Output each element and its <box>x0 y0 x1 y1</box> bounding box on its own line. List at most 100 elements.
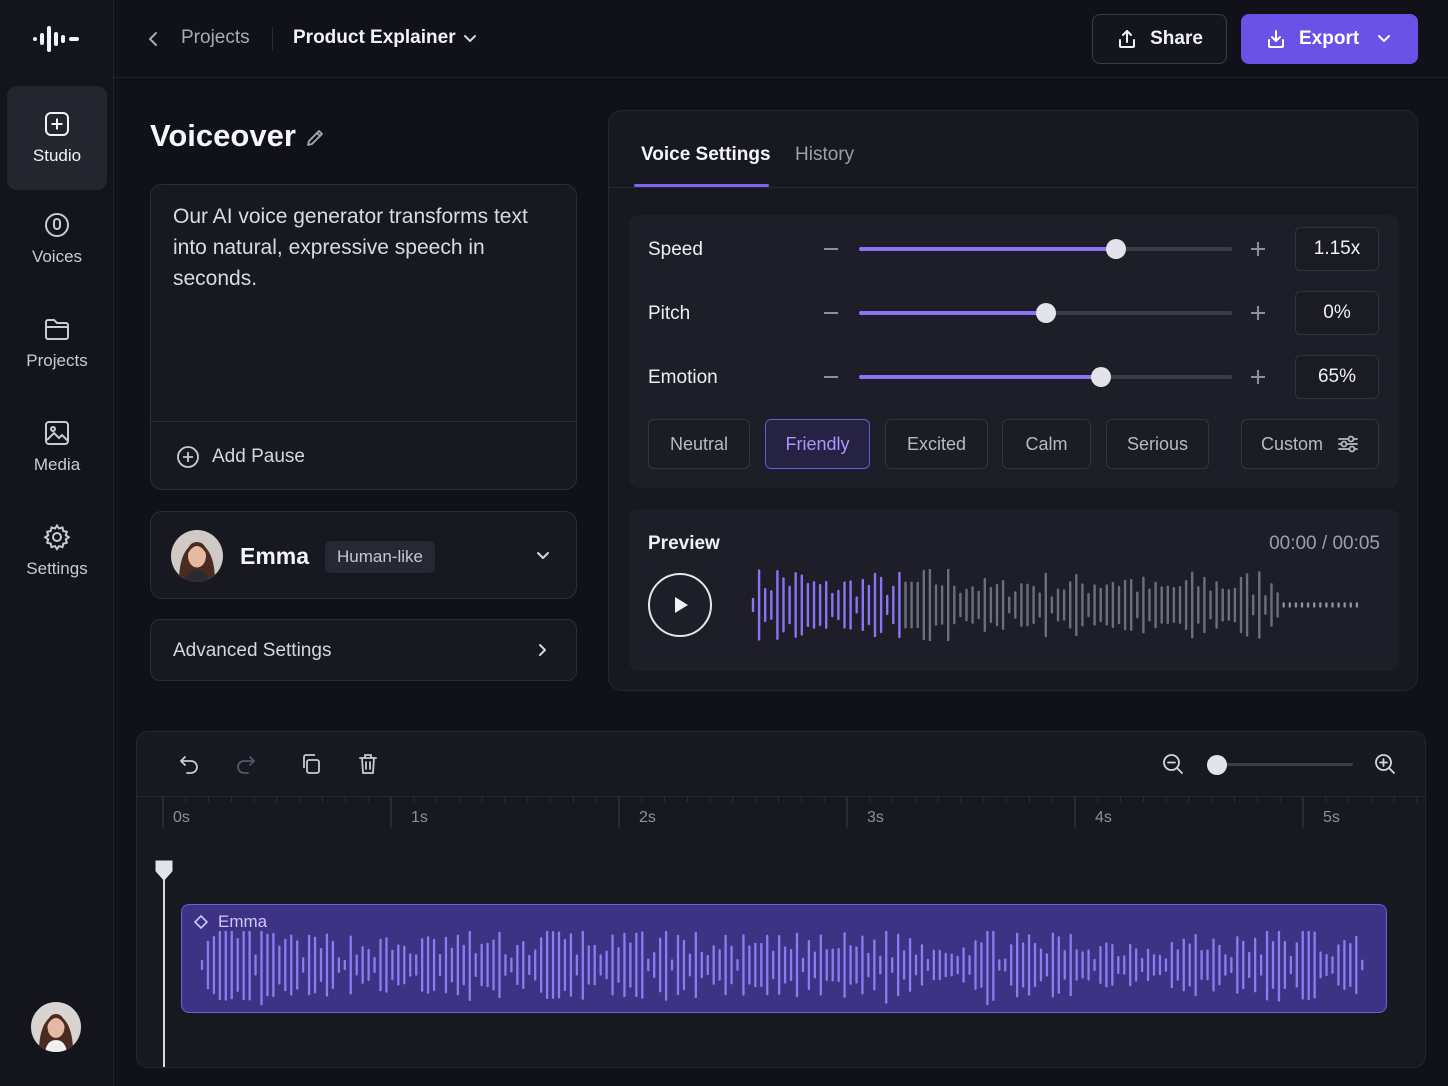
preset-neutral[interactable]: Neutral <box>648 419 750 469</box>
preview-waveform[interactable] <box>749 569 1379 641</box>
ruler-label-0s: 0s <box>173 809 190 826</box>
add-pause-label: Add Pause <box>212 445 305 467</box>
speed-slider[interactable] <box>859 239 1232 259</box>
share-button[interactable]: Share <box>1092 14 1227 64</box>
voice-settings-panel: Voice Settings History Speed 1.15x Pitch… <box>608 110 1418 691</box>
speed-label: Speed <box>648 239 703 260</box>
sidebar-item-label: Media <box>33 455 81 474</box>
emotion-increase-button[interactable] <box>1251 370 1265 384</box>
zoom-in-icon[interactable] <box>1373 752 1397 776</box>
voice-selector[interactable]: Emma Human-like <box>150 511 577 599</box>
play-button[interactable] <box>648 573 712 637</box>
plus-circle-icon <box>176 445 200 469</box>
preset-friendly[interactable]: Friendly <box>765 419 870 469</box>
sidebar: Studio Voices Projects Media Settings <box>0 0 114 1086</box>
ruler-label-5s: 5s <box>1323 809 1340 826</box>
advanced-settings-button[interactable]: Advanced Settings <box>150 619 577 681</box>
emotion-label: Emotion <box>648 367 718 388</box>
folder-icon <box>43 315 71 343</box>
preset-custom-button[interactable]: Custom <box>1241 419 1379 469</box>
gear-icon <box>43 523 71 551</box>
preset-calm[interactable]: Calm <box>1002 419 1091 469</box>
sidebar-item-label: Projects <box>26 351 88 370</box>
time-ruler[interactable]: 0s 1s 2s 3s 4s 5s <box>137 796 1425 836</box>
back-chevron-icon[interactable] <box>144 27 164 51</box>
tab-voice-settings[interactable]: Voice Settings <box>641 144 771 166</box>
ruler-label-2s: 2s <box>639 809 656 826</box>
export-button[interactable]: Export <box>1241 14 1418 64</box>
sidebar-item-label: Voices <box>31 247 83 266</box>
chevron-down-icon[interactable] <box>460 29 480 49</box>
voice-name: Emma <box>240 543 310 569</box>
export-label: Export <box>1299 28 1360 49</box>
playhead-line <box>163 870 165 1067</box>
emotion-presets: Neutral Friendly Excited Calm Serious Cu… <box>648 419 1379 469</box>
breadcrumb-parent[interactable]: Projects <box>181 27 250 49</box>
sliders-icon <box>1337 433 1359 455</box>
sidebar-item-media[interactable]: Media <box>7 395 107 499</box>
advanced-settings-label: Advanced Settings <box>173 640 332 661</box>
clip-waveform <box>200 931 1364 1006</box>
pitch-value[interactable]: 0% <box>1295 291 1379 335</box>
app-logo-icon[interactable] <box>31 24 83 54</box>
image-icon <box>43 419 71 447</box>
audio-clip[interactable]: Emma <box>181 904 1387 1013</box>
speed-value[interactable]: 1.15x <box>1295 227 1379 271</box>
sidebar-item-settings[interactable]: Settings <box>7 499 107 603</box>
ruler-label-4s: 4s <box>1095 809 1112 826</box>
voice-icon <box>43 211 71 239</box>
chevron-down-icon[interactable] <box>1375 30 1393 48</box>
voice-sliders: Speed 1.15x Pitch 0% Emotion 65% Neutral… <box>629 215 1399 488</box>
playhead-handle[interactable] <box>154 859 174 881</box>
breadcrumb-divider <box>272 27 273 51</box>
preview-player: Preview 00:00 / 00:05 <box>629 509 1399 671</box>
add-pause-button[interactable]: Add Pause <box>151 421 576 489</box>
breadcrumb-current[interactable]: Product Explainer <box>293 27 456 49</box>
custom-label: Custom <box>1260 433 1323 454</box>
pitch-increase-button[interactable] <box>1251 306 1265 320</box>
speed-increase-button[interactable] <box>1251 242 1265 256</box>
trash-icon[interactable] <box>356 752 380 776</box>
zoom-slider[interactable] <box>1207 755 1353 775</box>
tab-history[interactable]: History <box>795 144 854 166</box>
emotion-value[interactable]: 65% <box>1295 355 1379 399</box>
share-icon <box>1116 28 1138 50</box>
pitch-label: Pitch <box>648 303 691 324</box>
download-icon <box>1265 28 1287 50</box>
preset-serious[interactable]: Serious <box>1106 419 1209 469</box>
plus-square-icon <box>43 110 71 138</box>
page-title: Voiceover <box>150 118 296 153</box>
speed-slider-fill <box>859 247 1117 251</box>
zoom-slider-thumb[interactable] <box>1207 755 1227 775</box>
chevron-down-icon[interactable] <box>533 546 553 566</box>
script-editor[interactable]: Our AI voice generator transforms text i… <box>150 184 577 490</box>
preview-time: 00:00 / 00:05 <box>1269 533 1380 554</box>
pitch-slider-fill <box>859 311 1046 315</box>
redo-icon[interactable] <box>234 752 258 776</box>
share-label: Share <box>1150 28 1203 49</box>
voice-type-badge: Human-like <box>325 541 435 573</box>
emotion-decrease-button[interactable] <box>824 376 838 378</box>
diamond-icon <box>194 915 208 929</box>
preset-excited[interactable]: Excited <box>885 419 988 469</box>
pitch-slider[interactable] <box>859 303 1232 323</box>
clip-label: Emma <box>218 912 268 931</box>
user-avatar[interactable] <box>31 1002 81 1052</box>
copy-icon[interactable] <box>299 752 323 776</box>
sidebar-item-voices[interactable]: Voices <box>7 187 107 291</box>
sidebar-item-projects[interactable]: Projects <box>7 291 107 395</box>
script-text[interactable]: Our AI voice generator transforms text i… <box>173 201 553 294</box>
emotion-slider-thumb[interactable] <box>1091 367 1112 387</box>
undo-icon[interactable] <box>177 752 201 776</box>
emotion-slider[interactable] <box>859 367 1232 387</box>
sidebar-item-studio[interactable]: Studio <box>7 86 107 190</box>
speed-slider-thumb[interactable] <box>1106 239 1127 259</box>
edit-pencil-icon[interactable] <box>304 127 326 149</box>
speed-decrease-button[interactable] <box>824 248 838 250</box>
pitch-slider-thumb[interactable] <box>1035 303 1056 323</box>
ruler-label-3s: 3s <box>867 809 884 826</box>
play-icon <box>669 594 691 616</box>
pitch-decrease-button[interactable] <box>824 312 838 314</box>
preview-label: Preview <box>648 533 720 554</box>
zoom-out-icon[interactable] <box>1161 752 1185 776</box>
